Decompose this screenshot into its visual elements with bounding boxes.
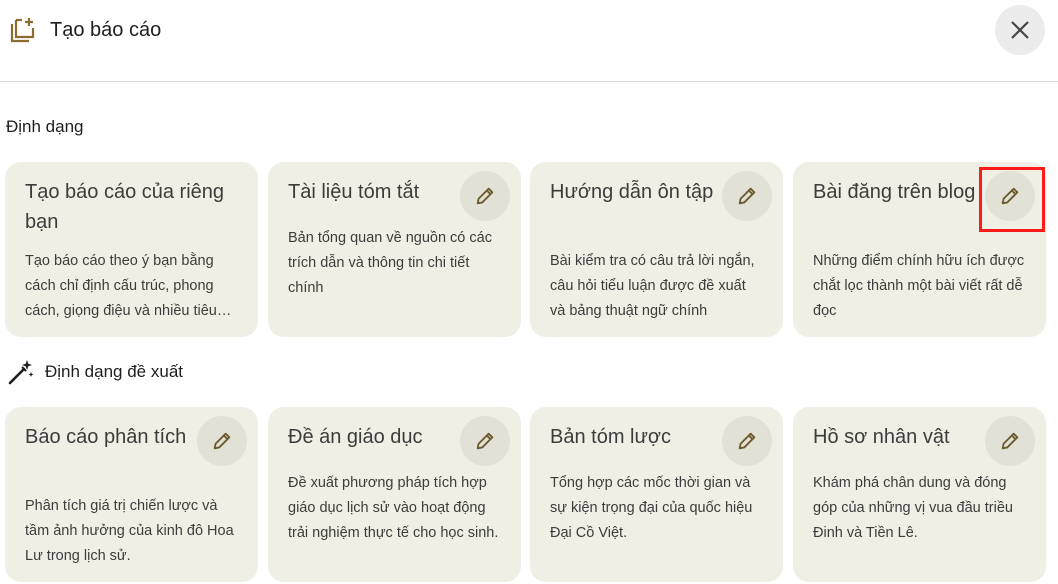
suggested-card-character-profile[interactable]: Hồ sơ nhân vật Khám phá chân dung và đón… [793,407,1046,582]
edit-button[interactable] [460,171,510,221]
card-description: Tạo báo cáo theo ý bạn bằng cách chỉ địn… [25,253,217,319]
card-title: Báo cáo phân tích [25,426,187,448]
edit-button[interactable] [722,171,772,221]
card-description: Phân tích giá trị chiến lược và tầm ảnh … [25,498,234,564]
formats-section-title: Định dạng [6,117,84,136]
dialog-header: Tạo báo cáo [0,0,1058,82]
card-description: Bài kiểm tra có câu trả lời ngắn, câu hỏ… [550,253,755,319]
suggested-card-analysis[interactable]: Báo cáo phân tích Phân tích giá trị chiế… [5,407,258,582]
card-title: Tài liệu tóm tắt [288,181,420,203]
format-card-briefing[interactable]: Tài liệu tóm tắt Bản tổng quan về nguồn … [268,162,521,337]
pencil-icon [213,432,231,450]
edit-button[interactable] [985,171,1035,221]
magic-wand-icon [8,360,34,385]
pencil-icon [476,187,494,205]
close-icon [1011,21,1029,39]
card-title: Đề án giáo dục [288,426,423,448]
dialog-title: Tạo báo cáo [50,19,162,41]
edit-button[interactable] [460,416,510,466]
format-card-study-guide[interactable]: Hướng dẫn ôn tập Bài kiểm tra có câu trả… [530,162,783,337]
pencil-icon [1001,432,1019,450]
card-description: Những điểm chính hữu ích được chắt lọc t… [813,253,1025,319]
card-description: Tổng hợp các mốc thời gian và sự kiện tr… [550,475,753,541]
pencil-icon [476,432,494,450]
suggested-card-education-project[interactable]: Đề án giáo dục Đề xuất phương pháp tích … [268,407,521,582]
card-title: Hướng dẫn ôn tập [550,181,714,203]
card-title: Hồ sơ nhân vật [813,426,950,448]
edit-button[interactable] [197,416,247,466]
card-title: Bản tóm lược [550,426,671,448]
format-card-custom[interactable]: Tạo báo cáo của riêng bạn Tạo báo cáo th… [5,162,258,337]
pencil-icon [738,187,756,205]
edit-button[interactable] [985,416,1035,466]
edit-button[interactable] [722,416,772,466]
card-description: Bản tổng quan về nguồn có các trích dẫn … [288,230,492,296]
card-description: Khám phá chân dung và đóng góp của những… [813,475,1013,541]
format-card-blog-post[interactable]: Bài đăng trên blog Những điểm chính hữu … [793,162,1046,337]
suggested-section-title: Định dạng đề xuất [45,362,183,381]
card-title: Bài đăng trên blog [813,181,976,203]
pencil-icon [738,432,756,450]
suggested-card-summary[interactable]: Bản tóm lược Tổng hợp các mốc thời gian … [530,407,783,582]
report-create-icon [10,18,35,43]
pencil-icon [1001,187,1019,205]
card-description: Đề xuất phương pháp tích hợp giáo dục lị… [288,475,499,541]
close-button[interactable] [995,5,1045,55]
card-title: Tạo báo cáo của riêng bạn [25,181,225,233]
